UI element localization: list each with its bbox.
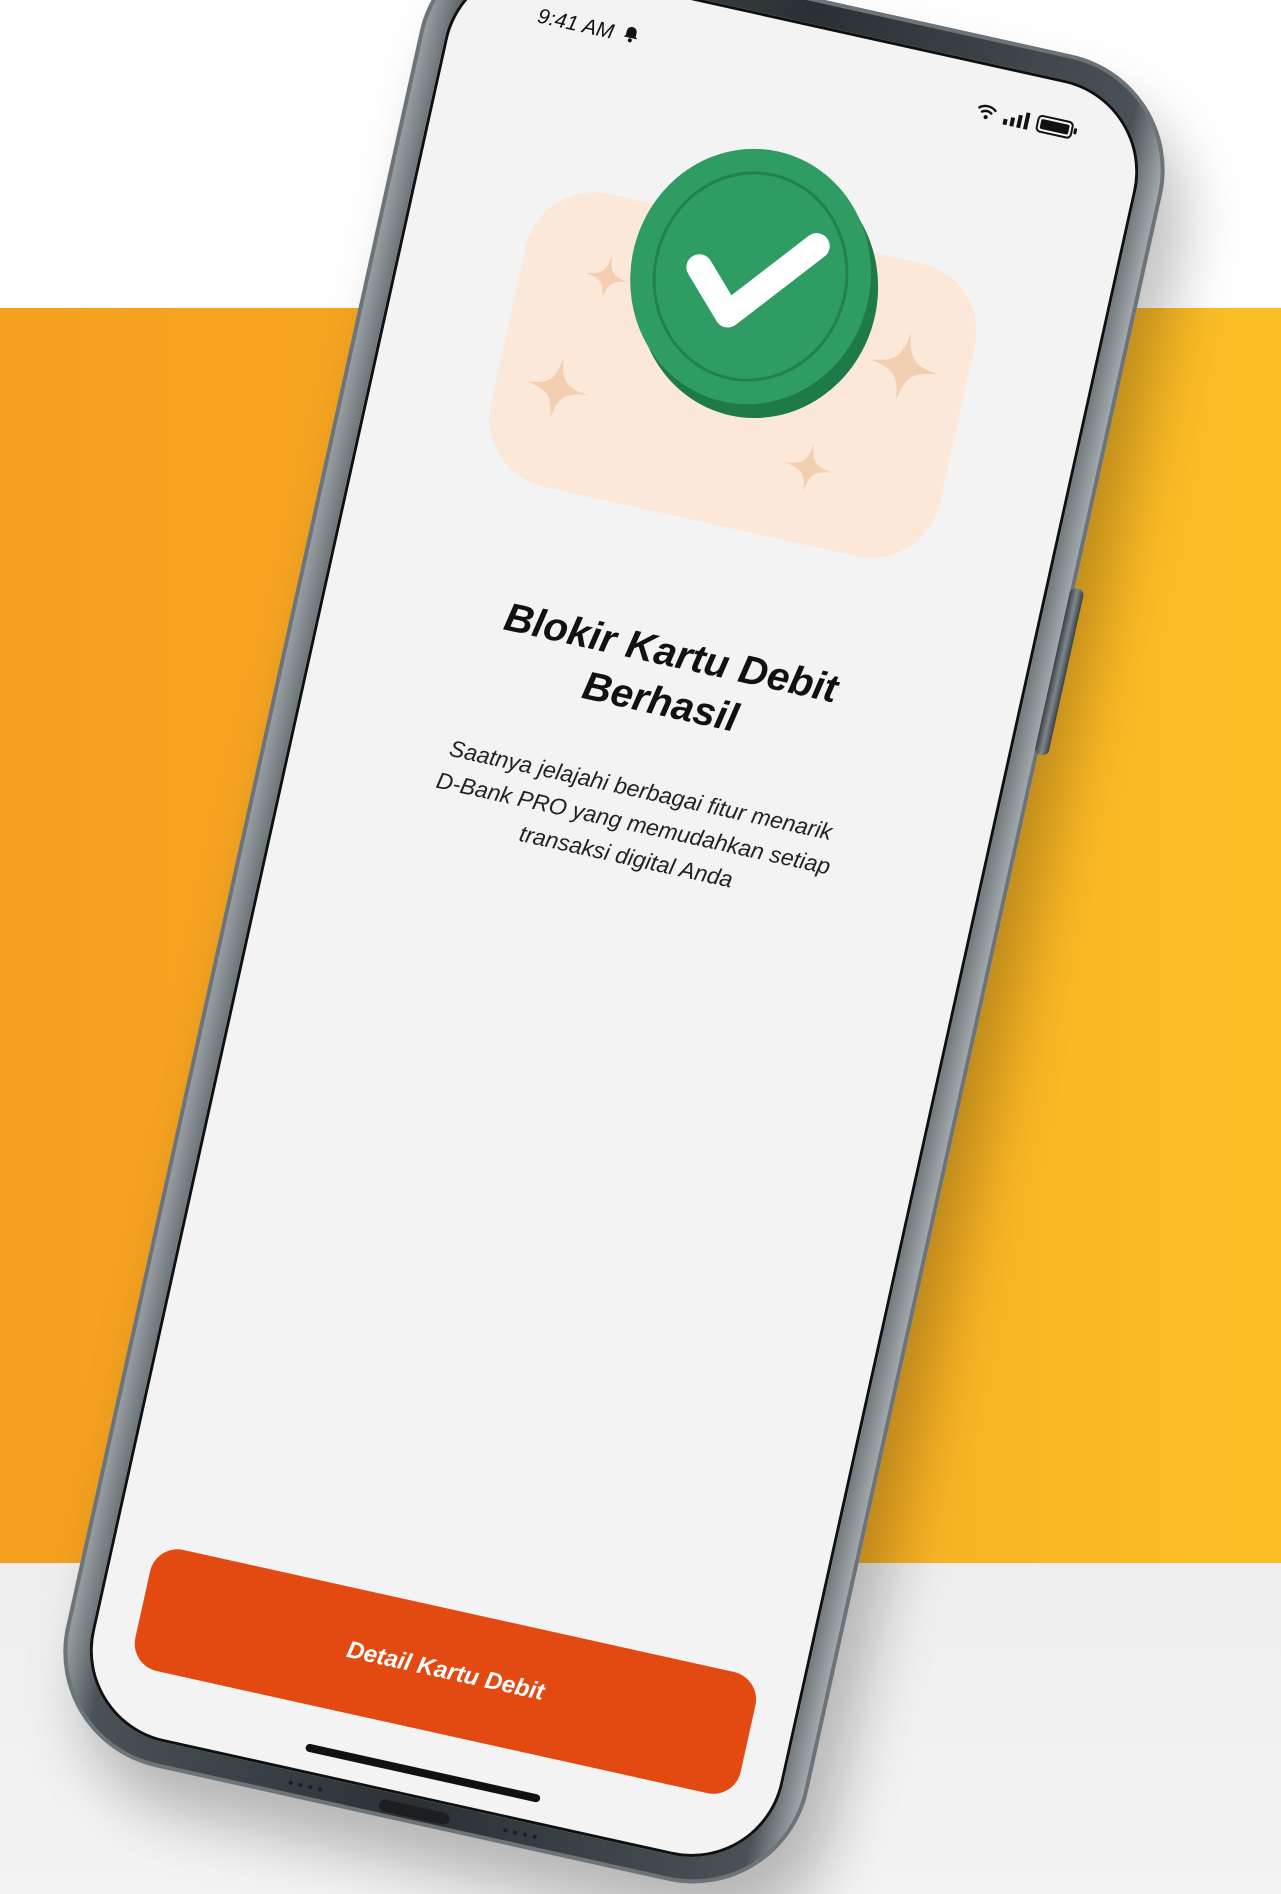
speaker-grille-left: ●●●● [286, 1777, 329, 1797]
status-time: 9:41 AM [535, 4, 617, 44]
signal-icon [1000, 107, 1032, 136]
status-icons [973, 100, 1080, 147]
speaker-grille-right: ●●●● [501, 1824, 543, 1845]
bell-icon [619, 23, 642, 49]
check-circle-icon [630, 148, 879, 419]
battery-icon [1033, 113, 1079, 146]
wifi-icon [973, 101, 999, 128]
